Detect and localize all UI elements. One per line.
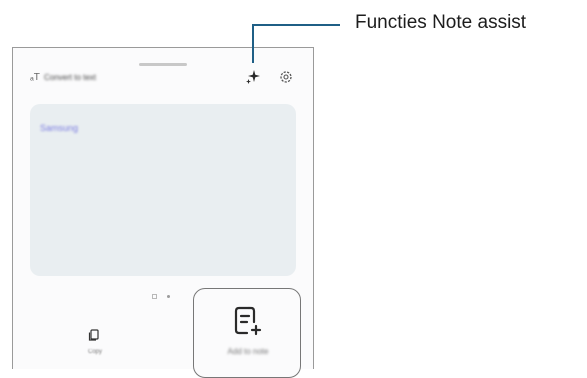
note-add-icon[interactable] [233,305,263,337]
sheet-title: Convert to text [44,73,97,82]
page-indicator-current [152,294,157,299]
converted-text: Samsung [40,123,79,133]
convert-text-icon: ₐT [30,72,40,83]
gear-icon[interactable] [278,69,294,85]
callout-label: Functies Note assist [355,12,527,33]
copy-button-label: Copy [87,349,102,355]
sparkle-icon[interactable] [244,68,262,86]
page-indicator-dot [167,295,170,298]
copy-icon[interactable] [87,328,101,342]
sheet-drag-handle[interactable] [139,63,187,66]
add-to-note-label: Add to note [227,347,269,356]
